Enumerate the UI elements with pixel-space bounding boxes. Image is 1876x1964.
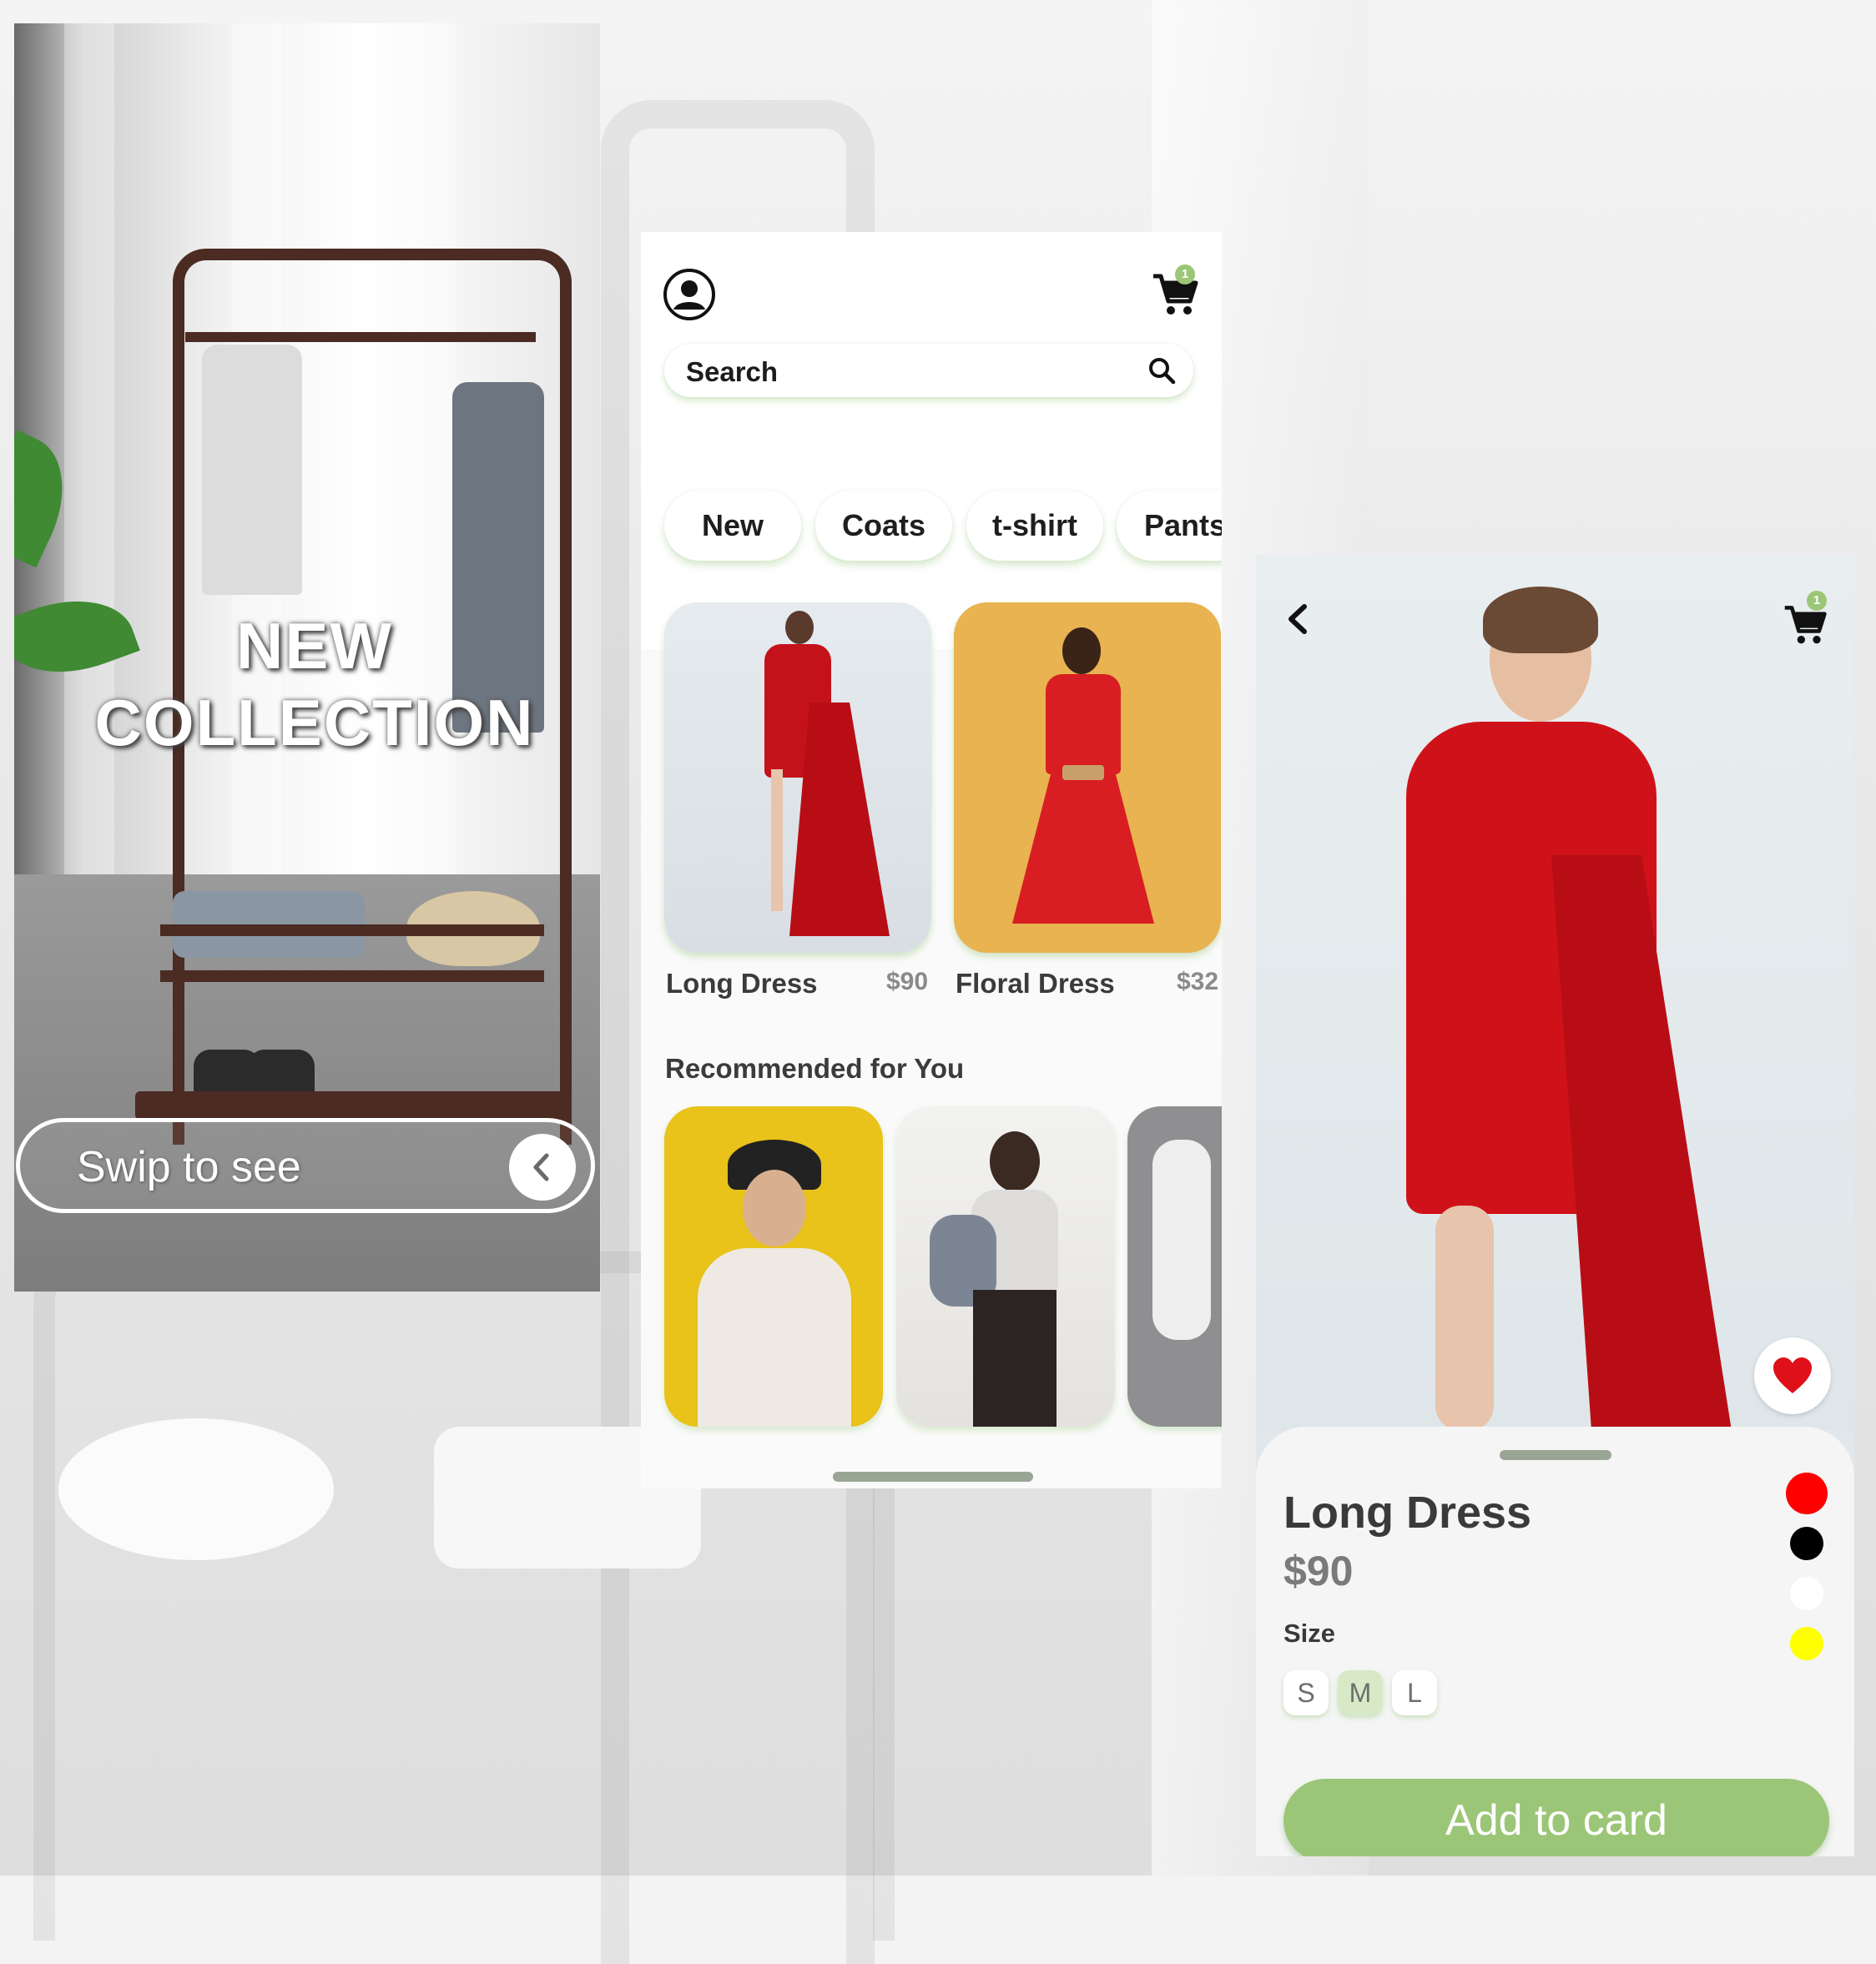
sweater (698, 1248, 851, 1427)
product-title: Long Dress (1283, 1488, 1532, 1538)
product-name[interactable]: Floral Dress (956, 968, 1115, 1000)
size-label: Size (1283, 1619, 1336, 1648)
product-card-image[interactable] (664, 602, 931, 953)
swipe-label: Swip to see (77, 1143, 301, 1191)
model-head (785, 611, 814, 644)
category-chip-new[interactable]: New (664, 491, 801, 561)
model-leg (771, 769, 783, 911)
onboarding-screen: NEW COLLECTION Swip to see (14, 23, 600, 1292)
home-indicator (833, 1472, 1033, 1482)
recommended-title: Recommended for You (665, 1053, 965, 1084)
title-line-2: COLLECTION (94, 686, 535, 759)
category-chip-pants[interactable]: Pants (1117, 491, 1222, 561)
floral-dress-skirt (1012, 769, 1154, 924)
product-info-sheet: Long Dress $90 Size S M L Add to card (1256, 1427, 1854, 1856)
search-input[interactable]: Search (686, 356, 778, 388)
color-swatch-yellow[interactable] (1790, 1627, 1823, 1660)
favorite-button[interactable] (1754, 1337, 1831, 1414)
add-to-cart-button[interactable]: Add to card (1283, 1779, 1829, 1856)
color-swatch-red[interactable] (1786, 1473, 1828, 1514)
model-leg (1435, 1206, 1494, 1431)
profile-icon[interactable] (663, 268, 716, 321)
search-bar[interactable]: Search (664, 344, 1193, 397)
search-icon[interactable] (1147, 355, 1177, 385)
rack-bar (185, 332, 536, 342)
home-screen: 1 Search New Coats t-shirt Pants Long Dr… (641, 232, 1222, 1488)
cart-badge: 1 (1175, 264, 1195, 285)
cart-button[interactable]: 1 (1782, 591, 1828, 647)
cart-badge: 1 (1807, 591, 1827, 611)
new-collection-title: NEW COLLECTION (14, 607, 600, 761)
title-line-1: NEW (236, 609, 393, 682)
belt (1062, 765, 1104, 780)
model-hair (1483, 587, 1598, 653)
product-price: $90 (886, 968, 929, 995)
swipe-to-see-slider[interactable]: Swip to see (16, 1118, 595, 1213)
recommended-item[interactable] (664, 1106, 883, 1427)
recommended-item[interactable] (1127, 1106, 1222, 1427)
cart-button[interactable]: 1 (1150, 264, 1200, 318)
background-hat (58, 1418, 334, 1560)
product-card-image[interactable] (954, 602, 1221, 953)
size-option-l[interactable]: L (1392, 1670, 1437, 1715)
heart-icon (1773, 1357, 1812, 1393)
rack-shelf (160, 970, 544, 982)
chevron-left-icon (533, 1153, 549, 1181)
size-option-m[interactable]: M (1338, 1670, 1383, 1715)
recommended-item[interactable] (896, 1106, 1115, 1427)
product-name[interactable]: Long Dress (666, 968, 818, 1000)
rack-base (135, 1091, 569, 1120)
model-head (1062, 627, 1101, 674)
back-arrow-icon[interactable] (1281, 598, 1314, 640)
model-head (990, 1131, 1040, 1191)
model-head (743, 1170, 806, 1246)
product-detail-screen: 1 Long Dress $90 Size S M L Add to card (1256, 555, 1854, 1856)
size-option-s[interactable]: S (1283, 1670, 1329, 1715)
curtain (64, 23, 114, 891)
category-chip-tshirt[interactable]: t-shirt (966, 491, 1103, 561)
hanging-cloth (202, 345, 302, 595)
color-swatch-white[interactable] (1790, 1577, 1823, 1610)
sheet-handle[interactable] (1500, 1450, 1611, 1460)
pants (973, 1290, 1057, 1427)
swipe-handle[interactable] (509, 1134, 576, 1201)
category-chip-coats[interactable]: Coats (815, 491, 952, 561)
product-price: $32 (1177, 968, 1219, 995)
product-price: $90 (1283, 1548, 1354, 1594)
model-white-outfit (1152, 1140, 1211, 1340)
floral-dress-top (1046, 674, 1121, 774)
color-swatch-black[interactable] (1790, 1527, 1823, 1560)
product-photo (1256, 555, 1854, 1431)
rack-shelf (160, 924, 544, 936)
